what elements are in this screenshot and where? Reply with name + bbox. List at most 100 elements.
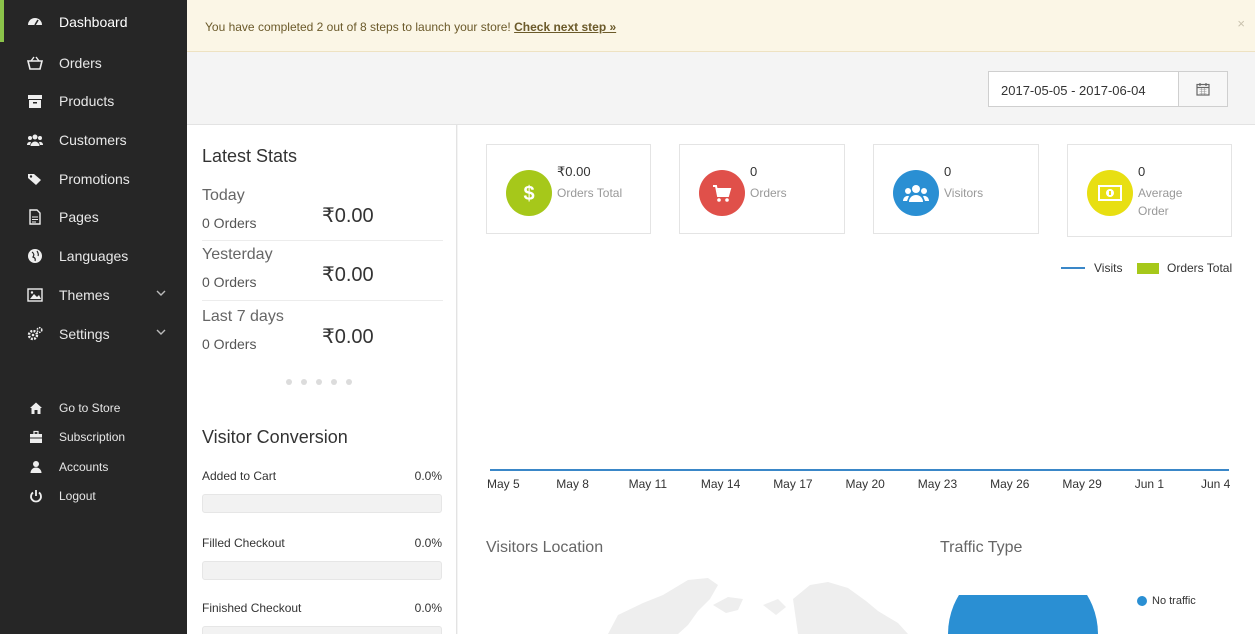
stat-period: Yesterday <box>202 246 273 263</box>
card-label: Orders <box>750 186 787 200</box>
stat-amount: ₹0.00 <box>322 205 374 227</box>
traffic-pie-chart <box>948 595 1098 634</box>
stat-orders: 0 Orders <box>202 274 257 290</box>
x-tick-label: May 26 <box>990 477 1030 491</box>
sidebar-item-languages[interactable]: Languages <box>0 237 187 275</box>
latest-stats-title: Latest Stats <box>202 146 298 166</box>
traffic-type-title: Traffic Type <box>940 539 1023 556</box>
card-value: ₹0.00 <box>557 164 591 179</box>
card-value: 0 <box>944 164 952 179</box>
stat-amount: ₹0.00 <box>322 264 374 286</box>
sidebar-item-label: Products <box>59 93 115 109</box>
basket-icon <box>27 55 43 71</box>
date-range-bar: 2017-05-05 - 2017-06-04 <box>187 52 1255 125</box>
divider <box>202 240 443 241</box>
visitor-conversion-title: Visitor Conversion <box>202 427 348 447</box>
stat-orders: 0 Orders <box>202 336 257 352</box>
sidebar-item-promotions[interactable]: Promotions <box>0 160 187 198</box>
go-to-store-label: Go to Store <box>59 401 121 415</box>
legend-label: Orders Total <box>1167 261 1233 275</box>
sidebar-item-label: Pages <box>59 209 99 225</box>
card-label: Average Order <box>1138 186 1183 218</box>
carousel-dot[interactable] <box>286 379 292 385</box>
conversion-progress-bar <box>202 561 442 580</box>
conversion-value: 0.0% <box>414 536 442 550</box>
gears-icon <box>27 326 43 342</box>
average-order-card[interactable]: 0 Average Order <box>1067 144 1232 237</box>
logout-link[interactable]: Logout <box>0 483 187 509</box>
sidebar-item-products[interactable]: Products <box>0 82 187 120</box>
tags-icon <box>27 171 43 187</box>
sidebar-item-label: Themes <box>59 287 110 303</box>
sidebar-item-orders[interactable]: Orders <box>0 44 187 82</box>
sidebar-item-customers[interactable]: Customers <box>0 121 187 159</box>
dashboard-icon <box>27 14 43 30</box>
stat-row-today: Today 0 Orders ₹0.00 <box>202 187 442 245</box>
stat-orders: 0 Orders <box>202 215 257 231</box>
close-icon[interactable]: × <box>1237 16 1245 31</box>
sidebar-item-label: Customers <box>59 132 127 148</box>
accounts-link[interactable]: Accounts <box>0 454 187 480</box>
carousel-dot[interactable] <box>346 379 352 385</box>
carousel-dot[interactable] <box>331 379 337 385</box>
orders-card[interactable]: 0 Orders <box>679 144 845 234</box>
legend-dot <box>1137 596 1147 606</box>
card-value: 0 <box>1138 164 1146 179</box>
x-tick-label: May 11 <box>628 477 668 491</box>
legend-label: Visits <box>1094 261 1123 275</box>
carousel-dot[interactable] <box>301 379 307 385</box>
calendar-button[interactable] <box>1178 71 1228 107</box>
carousel-dot[interactable] <box>316 379 322 385</box>
logout-label: Logout <box>59 489 96 503</box>
x-tick-label: May 20 <box>845 477 885 491</box>
orders-total-card[interactable]: $ ₹0.00 Orders Total <box>486 144 651 234</box>
x-tick-label: May 5 <box>487 477 520 491</box>
stat-period: Today <box>202 187 245 204</box>
dollar-icon: $ <box>506 170 552 216</box>
file-icon <box>27 209 43 225</box>
conversion-value: 0.0% <box>414 601 442 615</box>
sidebar-item-dashboard[interactable]: Dashboard <box>0 3 187 41</box>
sidebar-item-settings[interactable]: Settings <box>0 315 187 353</box>
conversion-progress-bar <box>202 626 442 634</box>
power-icon <box>29 489 43 503</box>
card-label: Visitors <box>944 186 984 200</box>
archive-icon <box>27 93 43 109</box>
card-label: Orders Total <box>557 186 623 200</box>
x-tick-label: May 8 <box>556 477 589 491</box>
x-tick-label: May 14 <box>700 477 741 491</box>
x-tick-label: May 17 <box>773 477 813 491</box>
accounts-label: Accounts <box>59 460 109 474</box>
main-dashboard-area: $ ₹0.00 Orders Total 0 Orders 0 Visitors… <box>458 125 1255 634</box>
chevron-down-icon <box>156 329 166 335</box>
sidebar-item-themes[interactable]: Themes <box>0 276 187 314</box>
world-map <box>608 578 908 634</box>
subscription-label: Subscription <box>59 430 126 444</box>
date-range-input[interactable]: 2017-05-05 - 2017-06-04 <box>988 71 1179 107</box>
legend-item-orders-total[interactable]: Orders Total <box>1137 261 1232 275</box>
conversion-label: Filled Checkout <box>202 536 285 550</box>
visitors-location-title: Visitors Location <box>486 539 604 556</box>
conversion-progress-bar <box>202 494 442 513</box>
home-icon <box>29 401 43 415</box>
sidebar-item-label: Languages <box>59 248 129 264</box>
go-to-store-link[interactable]: Go to Store <box>0 395 187 421</box>
user-icon <box>29 460 43 474</box>
carousel-dots <box>286 379 352 385</box>
setup-notice-text: You have completed 2 out of 8 steps to l… <box>205 20 511 34</box>
svg-text:$: $ <box>523 183 534 205</box>
x-tick-label: Jun 1 <box>1134 477 1165 491</box>
card-value: 0 <box>750 164 758 179</box>
setup-notice-message: You have completed 2 out of 8 steps to l… <box>205 20 616 34</box>
money-icon <box>1087 170 1133 216</box>
sidebar-item-label: Promotions <box>59 171 130 187</box>
users-icon <box>27 132 43 148</box>
sidebar: Dashboard Orders Products Customers Prom… <box>0 0 187 634</box>
subscription-link[interactable]: Subscription <box>0 424 187 450</box>
chevron-down-icon <box>156 290 166 296</box>
visitors-card[interactable]: 0 Visitors <box>873 144 1039 234</box>
legend-item-visits[interactable]: Visits <box>1061 261 1122 275</box>
sidebar-item-pages[interactable]: Pages <box>0 198 187 236</box>
stat-period: Last 7 days <box>202 308 284 325</box>
check-next-step-link[interactable]: Check next step » <box>514 20 616 34</box>
